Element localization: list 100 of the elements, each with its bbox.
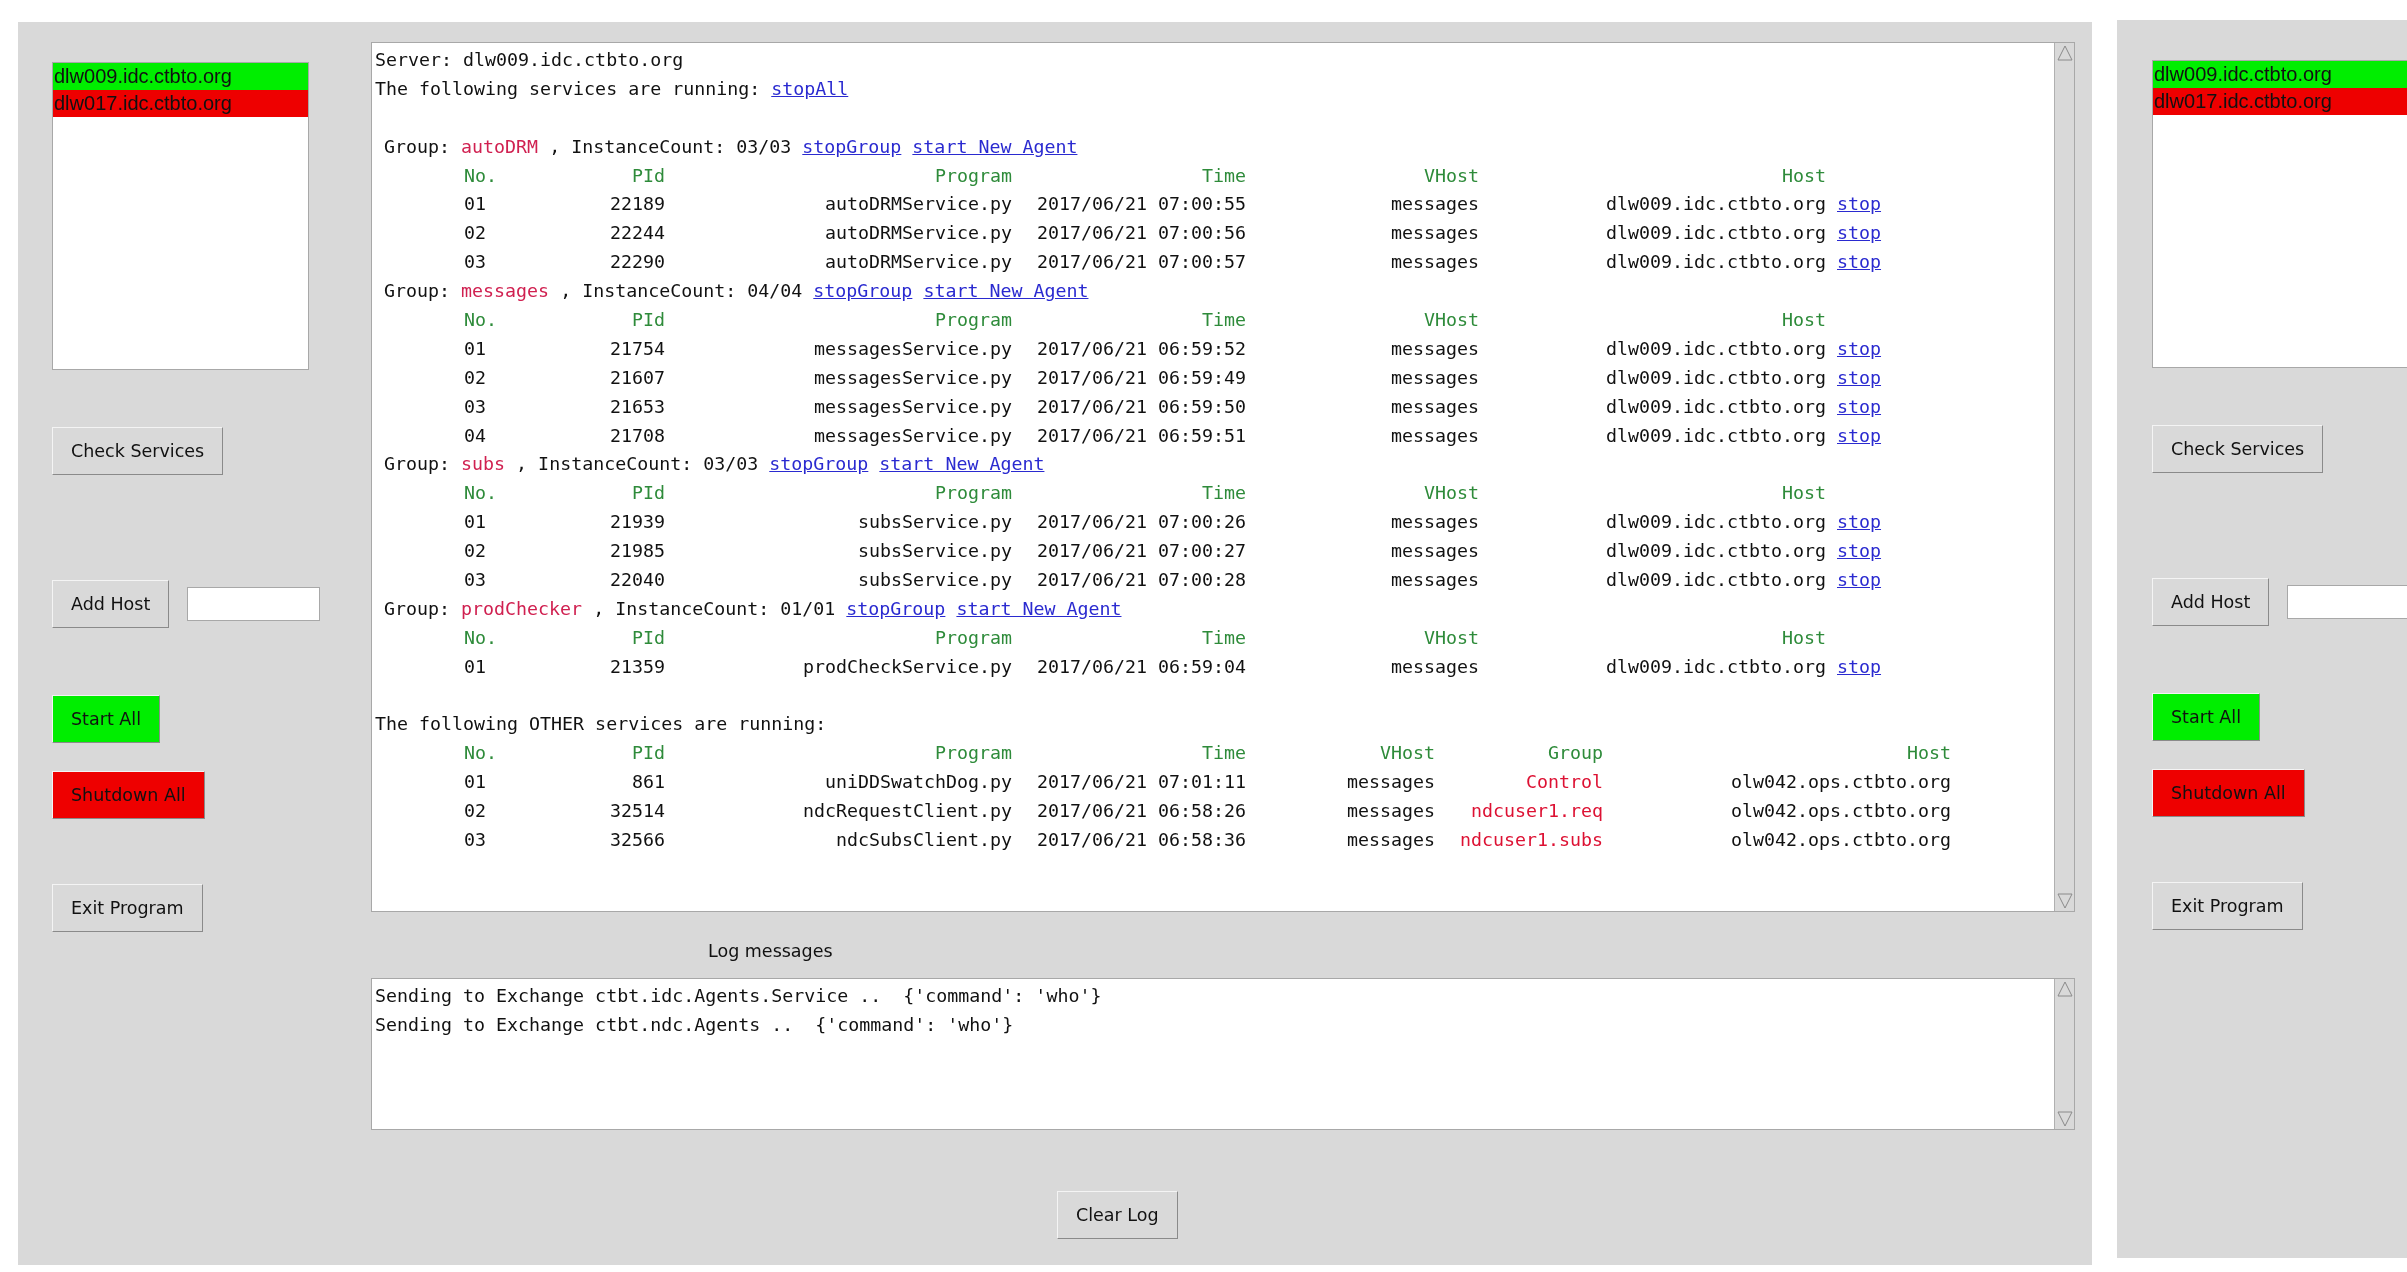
host-input-field[interactable] (187, 587, 321, 621)
column-header: Time (1200, 163, 1246, 188)
scrollbar[interactable] (2054, 979, 2074, 1129)
button[interactable]: Add Host (2152, 578, 2270, 626)
start-agent-link[interactable]: start New Agent (956, 597, 1122, 619)
button[interactable]: Check Services (2152, 425, 2324, 473)
host-list[interactable]: dlw009.idc.ctbto.org dlw017.idc.ctbto.org (2152, 60, 2407, 368)
table-cell-text: 2017/06/21 07:00:55 (1035, 192, 1246, 217)
instance-count: , InstanceCount: 01/01 (593, 597, 836, 619)
table-cell-text: messagesService.py (812, 394, 1012, 419)
table-cell-text: 01 (463, 510, 487, 535)
scroll-down-icon[interactable] (2056, 892, 2074, 910)
table-cell-text: 21754 (608, 336, 665, 361)
table-cell-text: dlw009.idc.ctbto.org (1604, 250, 1826, 275)
table-cell-text: 22189 (608, 192, 665, 217)
table-cell-text: autoDRMService.py (823, 192, 1012, 217)
running-heading: The following services are running: (375, 77, 761, 99)
start-agent-link[interactable]: start New Agent (879, 453, 1045, 475)
group-name: prodChecker (461, 597, 583, 619)
column-header: Program (933, 481, 1012, 506)
table-cell-text: messages (1389, 423, 1479, 448)
scroll-down-icon[interactable] (2056, 1110, 2074, 1128)
table-cell-text: messages (1389, 365, 1479, 390)
table-cell-text: ndcRequestClient.py (801, 799, 1012, 824)
host-list[interactable]: dlw009.idc.ctbto.org dlw017.idc.ctbto.org (52, 62, 309, 370)
button[interactable]: Check Services (52, 427, 224, 475)
stop-link[interactable]: stop (1837, 566, 1882, 595)
scroll-up-icon[interactable] (2056, 980, 2074, 998)
table-cell-text: messages (1389, 250, 1479, 275)
table-cell-text: messages (1389, 221, 1479, 246)
stop-all-link[interactable]: stopAll (771, 77, 849, 99)
stop-link[interactable]: stop (1837, 508, 1882, 538)
stop-link[interactable]: stop (1837, 392, 1882, 422)
table-cell-text: 02 (463, 221, 487, 246)
column-header: Group (1546, 741, 1603, 766)
stop-link[interactable]: stop (1837, 652, 1882, 682)
stop-link[interactable]: stop (1837, 248, 1882, 278)
column-header: Program (933, 741, 1012, 766)
table-cell-text: 2017/06/21 07:00:56 (1035, 221, 1246, 246)
host-item[interactable]: dlw009.idc.ctbto.org (53, 63, 308, 90)
table-cell-text: 2017/06/21 06:59:50 (1035, 394, 1246, 419)
table-cell-text: messages (1389, 568, 1479, 593)
column-header: No. (463, 741, 499, 766)
scroll-up-icon[interactable] (2056, 44, 2074, 62)
stop-link[interactable]: stop (1837, 334, 1882, 364)
host-input-field[interactable] (2287, 585, 2407, 619)
start-agent-link[interactable]: start New Agent (912, 135, 1078, 157)
host-item[interactable]: dlw009.idc.ctbto.org (2153, 61, 2407, 88)
table-cell-text: 01 (463, 654, 487, 679)
table-cell-text: messages (1345, 828, 1435, 853)
host-item[interactable]: dlw017.idc.ctbto.org (2153, 88, 2407, 115)
table-cell-text: dlw009.idc.ctbto.org (1604, 394, 1826, 419)
column-header: VHost (1422, 163, 1479, 188)
table-cell-text: 04 (463, 423, 487, 448)
table-cell-text: 21607 (608, 365, 665, 390)
table-cell-text: 03 (463, 828, 487, 853)
stop-group-link[interactable]: stopGroup (846, 597, 946, 619)
table-cell-text: autoDRMService.py (823, 221, 1012, 246)
table-cell-text: 21359 (608, 654, 665, 679)
stop-link[interactable]: stop (1837, 363, 1882, 393)
table-cell-text: dlw009.idc.ctbto.org (1604, 192, 1826, 217)
table-cell-text: 2017/06/21 07:00:28 (1035, 568, 1246, 593)
column-header: VHost (1422, 625, 1479, 650)
column-header: Time (1200, 308, 1246, 332)
table-cell-text: 32514 (608, 799, 665, 824)
other-heading: The following OTHER services are running: (375, 712, 827, 737)
stop-link[interactable]: stop (1837, 219, 1882, 249)
table-cell-text: dlw009.idc.ctbto.org (1604, 510, 1826, 535)
column-header: VHost (1422, 481, 1479, 506)
table-cell-text: messagesService.py (812, 336, 1012, 361)
stop-link[interactable]: stop (1837, 190, 1882, 220)
group-name: autoDRM (461, 135, 539, 157)
column-header: VHost (1378, 741, 1435, 766)
table-cell-text: 01 (463, 192, 487, 217)
host-item[interactable]: dlw017.idc.ctbto.org (53, 90, 308, 117)
button[interactable]: Add Host (52, 580, 170, 628)
stop-group-link[interactable]: stopGroup (813, 280, 913, 302)
button[interactable]: Exit Program (2152, 882, 2303, 930)
group-label: Group: (384, 135, 451, 157)
table-cell-text: 2017/06/21 06:59:04 (1035, 654, 1246, 679)
table-cell-text: dlw009.idc.ctbto.org (1604, 568, 1826, 593)
button[interactable]: Start All (52, 695, 160, 743)
table-cell-text: 03 (463, 394, 487, 419)
button[interactable]: Exit Program (52, 884, 203, 932)
stop-link[interactable]: stop (1837, 421, 1882, 451)
table-cell-text: subsService.py (856, 568, 1012, 593)
instance-count: , InstanceCount: 03/03 (516, 453, 759, 475)
clear-log-button[interactable]: Clear Log (1057, 1191, 1178, 1239)
stop-link[interactable]: stop (1837, 537, 1882, 567)
button[interactable]: Shutdown All (52, 771, 205, 819)
stop-group-link[interactable]: stopGroup (769, 453, 869, 475)
table-cell-text: 21653 (608, 394, 665, 419)
button[interactable]: Shutdown All (2152, 769, 2305, 817)
scrollbar[interactable] (2054, 43, 2074, 911)
column-header: Time (1200, 625, 1246, 650)
table-cell-text: 2017/06/21 06:58:26 (1035, 799, 1246, 824)
stop-group-link[interactable]: stopGroup (802, 135, 902, 157)
button[interactable]: Start All (2152, 693, 2260, 741)
column-header: Host (1780, 163, 1826, 188)
start-agent-link[interactable]: start New Agent (923, 280, 1089, 302)
